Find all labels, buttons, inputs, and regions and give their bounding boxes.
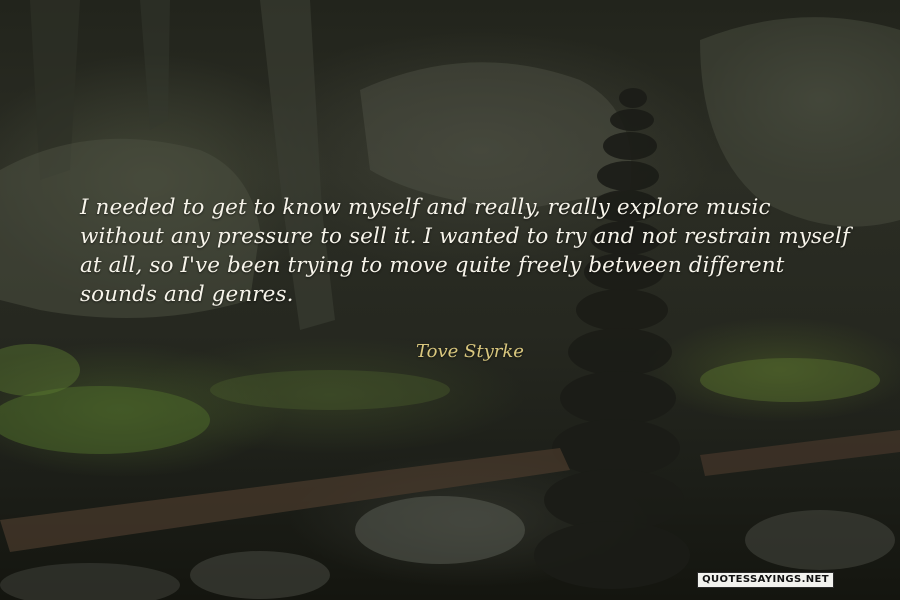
background-photo: I needed to get to know myself and reall…: [0, 0, 900, 600]
quote-author: Tove Styrke: [416, 341, 524, 362]
moss-patch: [700, 358, 880, 402]
moss-patch: [210, 370, 450, 410]
river-stone: [355, 496, 525, 564]
river-stone: [190, 551, 330, 599]
tree-trunk: [140, 0, 170, 130]
river-stone: [0, 563, 180, 600]
quote-text: I needed to get to know myself and reall…: [80, 195, 850, 307]
rock: [360, 62, 632, 210]
fallen-log: [700, 430, 900, 476]
moss-patch: [0, 386, 210, 454]
watermark-logo: QUOTESSAYINGS.NET: [697, 572, 834, 588]
river-stone: [745, 510, 895, 570]
